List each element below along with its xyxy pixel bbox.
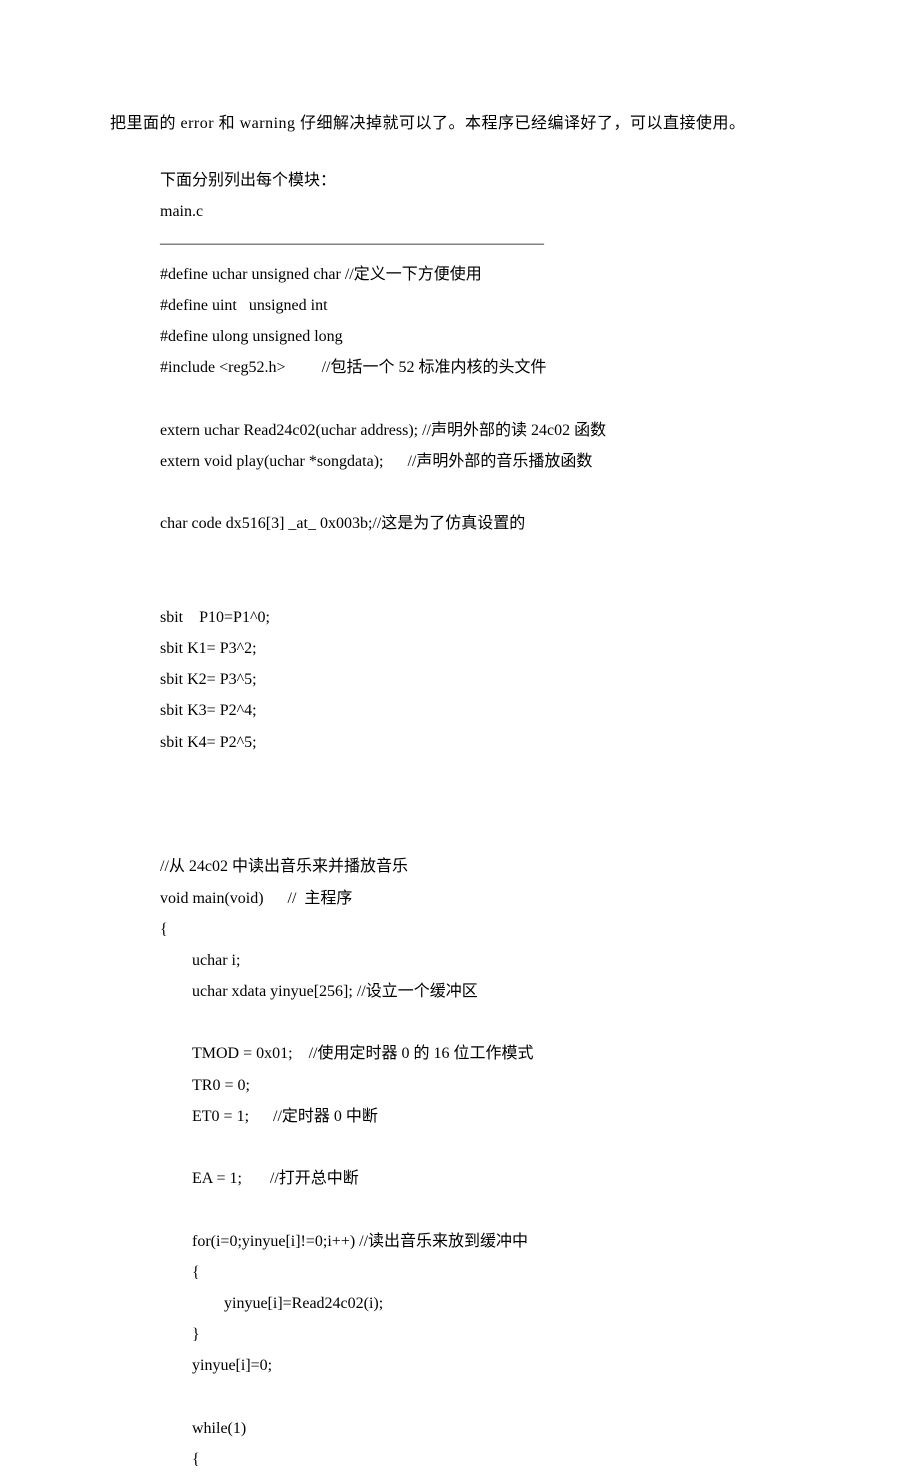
intro-paragraph: 把里面的 error 和 warning 仔细解决掉就可以了。本程序已经编译好了… — [110, 108, 810, 139]
document-page: 把里面的 error 和 warning 仔细解决掉就可以了。本程序已经编译好了… — [0, 0, 920, 1475]
code-block: 下面分别列出每个模块： main.c —————————————————————… — [110, 165, 810, 1475]
